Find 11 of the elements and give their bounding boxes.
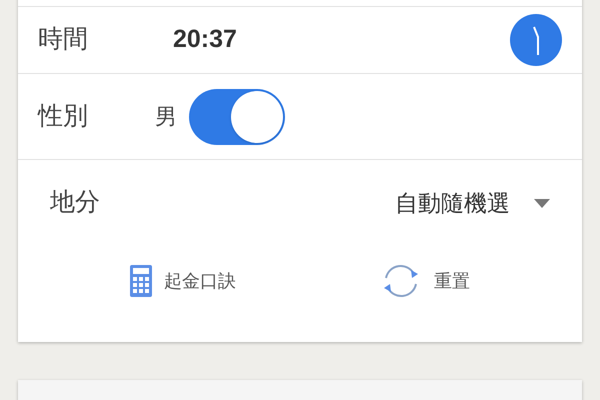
gender-label: 性別 <box>38 100 89 132</box>
calculator-icon <box>130 265 152 297</box>
action-button[interactable]: 起金口訣 <box>130 265 236 297</box>
clock-icon[interactable] <box>510 14 562 66</box>
dropdown-caret-icon[interactable] <box>534 198 550 208</box>
action-button[interactable]: 重置 <box>380 262 470 300</box>
region-dropdown[interactable]: 自動隨機選 <box>395 186 510 220</box>
region-label: 地分 <box>50 187 100 218</box>
time-value[interactable]: 20:37 <box>173 21 237 59</box>
gender-value: 男 <box>155 103 177 131</box>
time-label: 時間 <box>38 24 89 56</box>
